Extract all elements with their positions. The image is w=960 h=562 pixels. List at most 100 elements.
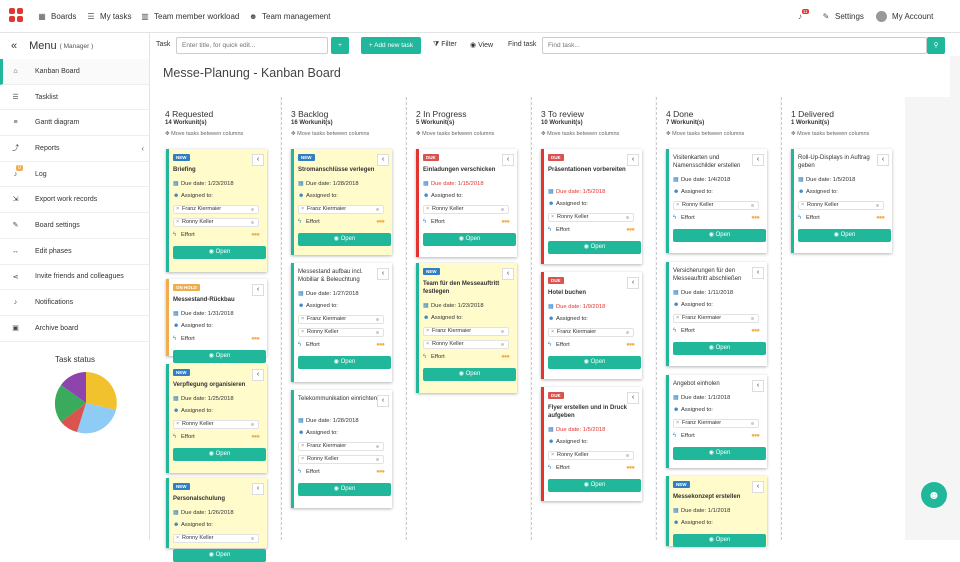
- open-task-button[interactable]: ◉ Open: [173, 350, 266, 363]
- task-card[interactable]: NEW ‹ Verpflegung organisieren ▦ Due date: 1…: [166, 364, 267, 473]
- sidebar-item-kanban-board[interactable]: ⌂ Kanban Board: [0, 59, 149, 85]
- card-menu-chevron-icon[interactable]: ‹: [252, 483, 264, 495]
- open-task-button[interactable]: ◉ Open: [423, 368, 516, 381]
- team-chat-button[interactable]: ☻: [921, 482, 947, 508]
- search-button[interactable]: ⚲: [927, 37, 945, 54]
- assignee-chip[interactable]: Franz Kiermaier: [423, 327, 509, 336]
- assignee-chip[interactable]: Ronny Keller: [173, 420, 259, 429]
- card-menu-chevron-icon[interactable]: ‹: [252, 284, 264, 296]
- task-card[interactable]: DUE ‹ Einladungen verschicken ▦ Due date: 1/…: [416, 149, 517, 257]
- move-tasks-link[interactable]: ✥ Move tasks between columns: [291, 131, 369, 137]
- task-card[interactable]: ‹ Roll-Up-Displays in Auftrag geben ▦ Due d…: [791, 149, 892, 253]
- assignee-chip[interactable]: Ronny Keller: [173, 534, 259, 543]
- settings-link[interactable]: ✎ Settings: [822, 0, 864, 33]
- assignee-chip[interactable]: Franz Kiermaier: [298, 205, 384, 214]
- move-tasks-link[interactable]: ✥ Move tasks between columns: [416, 131, 494, 137]
- task-card[interactable]: ‹ Telekommunikation einrichten ▦ Due date: …: [291, 390, 392, 508]
- open-task-button[interactable]: ◉ Open: [673, 534, 766, 547]
- quick-task-input[interactable]: [176, 37, 328, 54]
- task-card[interactable]: ‹ Messestand aufbau incl. Mobiliar & Bele…: [291, 263, 392, 382]
- assignee-chip[interactable]: Ronny Keller: [298, 328, 384, 337]
- assignee-chip[interactable]: Ronny Keller: [173, 218, 259, 227]
- view-button[interactable]: ◉ View: [470, 41, 493, 49]
- nav-boards[interactable]: ▦ Boards: [38, 0, 76, 33]
- card-menu-chevron-icon[interactable]: ‹: [502, 154, 514, 166]
- open-task-button[interactable]: ◉ Open: [798, 229, 891, 242]
- open-task-button[interactable]: ◉ Open: [548, 356, 641, 369]
- card-menu-chevron-icon[interactable]: ‹: [627, 392, 639, 404]
- open-task-button[interactable]: ◉ Open: [173, 246, 266, 259]
- card-menu-chevron-icon[interactable]: ‹: [627, 154, 639, 166]
- assignee-chip[interactable]: Ronny Keller: [548, 213, 634, 222]
- card-menu-chevron-icon[interactable]: ‹: [877, 154, 889, 166]
- chevron-left-icon[interactable]: ‹: [141, 144, 144, 153]
- assignee-chip[interactable]: Franz Kiermaier: [548, 328, 634, 337]
- open-task-button[interactable]: ◉ Open: [673, 447, 766, 460]
- task-card[interactable]: ‹ Visitenkarten und Namensschilder erstel…: [666, 149, 767, 253]
- task-card[interactable]: ‹ Angebot einholen ▦ Due date: 1/1/2018 ☻ Ass…: [666, 375, 767, 468]
- nav-team-management[interactable]: ☻ Team management: [249, 0, 330, 33]
- task-card[interactable]: ‹ Versicherungen für den Messeauftritt ab…: [666, 262, 767, 366]
- collapse-menu-icon[interactable]: «: [11, 40, 17, 52]
- card-menu-chevron-icon[interactable]: ‹: [377, 395, 389, 407]
- move-tasks-link[interactable]: ✥ Move tasks between columns: [791, 131, 869, 137]
- card-menu-chevron-icon[interactable]: ‹: [252, 154, 264, 166]
- open-task-button[interactable]: ◉ Open: [298, 483, 391, 496]
- open-task-button[interactable]: ◉ Open: [673, 342, 766, 355]
- card-menu-chevron-icon[interactable]: ‹: [627, 277, 639, 289]
- open-task-button[interactable]: ◉ Open: [173, 448, 266, 461]
- sidebar-item-log[interactable]: ♪ 0 Log: [0, 162, 149, 188]
- open-task-button[interactable]: ◉ Open: [548, 241, 641, 254]
- sidebar-item-reports[interactable]: ⤴ Reports ‹: [0, 136, 149, 162]
- sidebar-item-gantt-diagram[interactable]: ≡ Gantt diagram: [0, 110, 149, 137]
- scrollbar[interactable]: [950, 56, 960, 540]
- task-card[interactable]: ON HOLD ‹ Messestand-Rückbau ▦ Due date: 1/3…: [166, 279, 267, 363]
- find-task-input[interactable]: [542, 37, 927, 54]
- assignee-chip[interactable]: Ronny Keller: [423, 205, 509, 214]
- sidebar-item-archive-board[interactable]: ▣ Archive board: [0, 316, 149, 342]
- add-new-task-button[interactable]: + Add new task: [361, 37, 421, 54]
- assignee-chip[interactable]: Franz Kiermaier: [673, 314, 759, 323]
- open-task-button[interactable]: ◉ Open: [673, 229, 766, 242]
- open-task-button[interactable]: ◉ Open: [423, 233, 516, 246]
- sidebar-item-board-settings[interactable]: ✎ Board settings: [0, 213, 149, 239]
- nav-team-member-workload[interactable]: ▥ Team member workload: [141, 0, 239, 33]
- notifications-button[interactable]: ♪ 11: [796, 0, 809, 33]
- card-menu-chevron-icon[interactable]: ‹: [377, 154, 389, 166]
- task-card[interactable]: DUE ‹ Präsentationen vorbereiten ▦ Due date:…: [541, 149, 642, 264]
- card-menu-chevron-icon[interactable]: ‹: [252, 369, 264, 381]
- card-menu-chevron-icon[interactable]: ‹: [377, 268, 389, 280]
- open-task-button[interactable]: ◉ Open: [298, 356, 391, 369]
- assignee-chip[interactable]: Ronny Keller: [798, 201, 884, 210]
- task-card[interactable]: NEW ‹ Team für den Messeauftritt festlegen…: [416, 263, 517, 393]
- card-menu-chevron-icon[interactable]: ‹: [752, 267, 764, 279]
- my-account-link[interactable]: My Account: [876, 0, 933, 33]
- sidebar-item-edit-phases[interactable]: ↔ Edit phases: [0, 239, 149, 265]
- assignee-chip[interactable]: Ronny Keller: [423, 340, 509, 349]
- filter-button[interactable]: ⧩ Filter: [433, 41, 457, 49]
- assignee-chip[interactable]: Ronny Keller: [298, 455, 384, 464]
- move-tasks-link[interactable]: ✥ Move tasks between columns: [541, 131, 619, 137]
- sidebar-item-tasklist[interactable]: ☰ Tasklist: [0, 85, 149, 111]
- assignee-chip[interactable]: Ronny Keller: [548, 451, 634, 460]
- open-task-button[interactable]: ◉ Open: [548, 479, 641, 492]
- move-tasks-link[interactable]: ✥ Move tasks between columns: [666, 131, 744, 137]
- assignee-chip[interactable]: Franz Kiermaier: [673, 419, 759, 428]
- open-task-button[interactable]: ◉ Open: [298, 233, 391, 246]
- card-menu-chevron-icon[interactable]: ‹: [752, 380, 764, 392]
- nav-my-tasks[interactable]: ☰ My tasks: [87, 0, 131, 33]
- sidebar-item-export-work-records[interactable]: ⇲ Export work records: [0, 187, 149, 214]
- open-task-button[interactable]: ◉ Open: [173, 549, 266, 562]
- card-menu-chevron-icon[interactable]: ‹: [502, 268, 514, 280]
- card-menu-chevron-icon[interactable]: ‹: [752, 481, 764, 493]
- quick-add-button[interactable]: +: [331, 37, 349, 54]
- assignee-chip[interactable]: Ronny Keller: [673, 201, 759, 210]
- sidebar-item-notifications[interactable]: ♪ Notifications: [0, 290, 149, 316]
- task-card[interactable]: NEW ‹ Stromanschlüsse verlegen ▦ Due date: 1…: [291, 149, 392, 255]
- card-menu-chevron-icon[interactable]: ‹: [752, 154, 764, 166]
- task-card[interactable]: NEW ‹ Briefing ▦ Due date: 1/23/2018 ☻ Assigne…: [166, 149, 267, 272]
- task-card[interactable]: NEW ‹ Personalschulung ▦ Due date: 1/26/2018…: [166, 478, 267, 562]
- task-card[interactable]: DUE ‹ Flyer erstellen und in Druck aufgebe…: [541, 387, 642, 501]
- assignee-chip[interactable]: Franz Kiermaier: [173, 205, 259, 214]
- move-tasks-link[interactable]: ✥ Move tasks between columns: [165, 131, 243, 137]
